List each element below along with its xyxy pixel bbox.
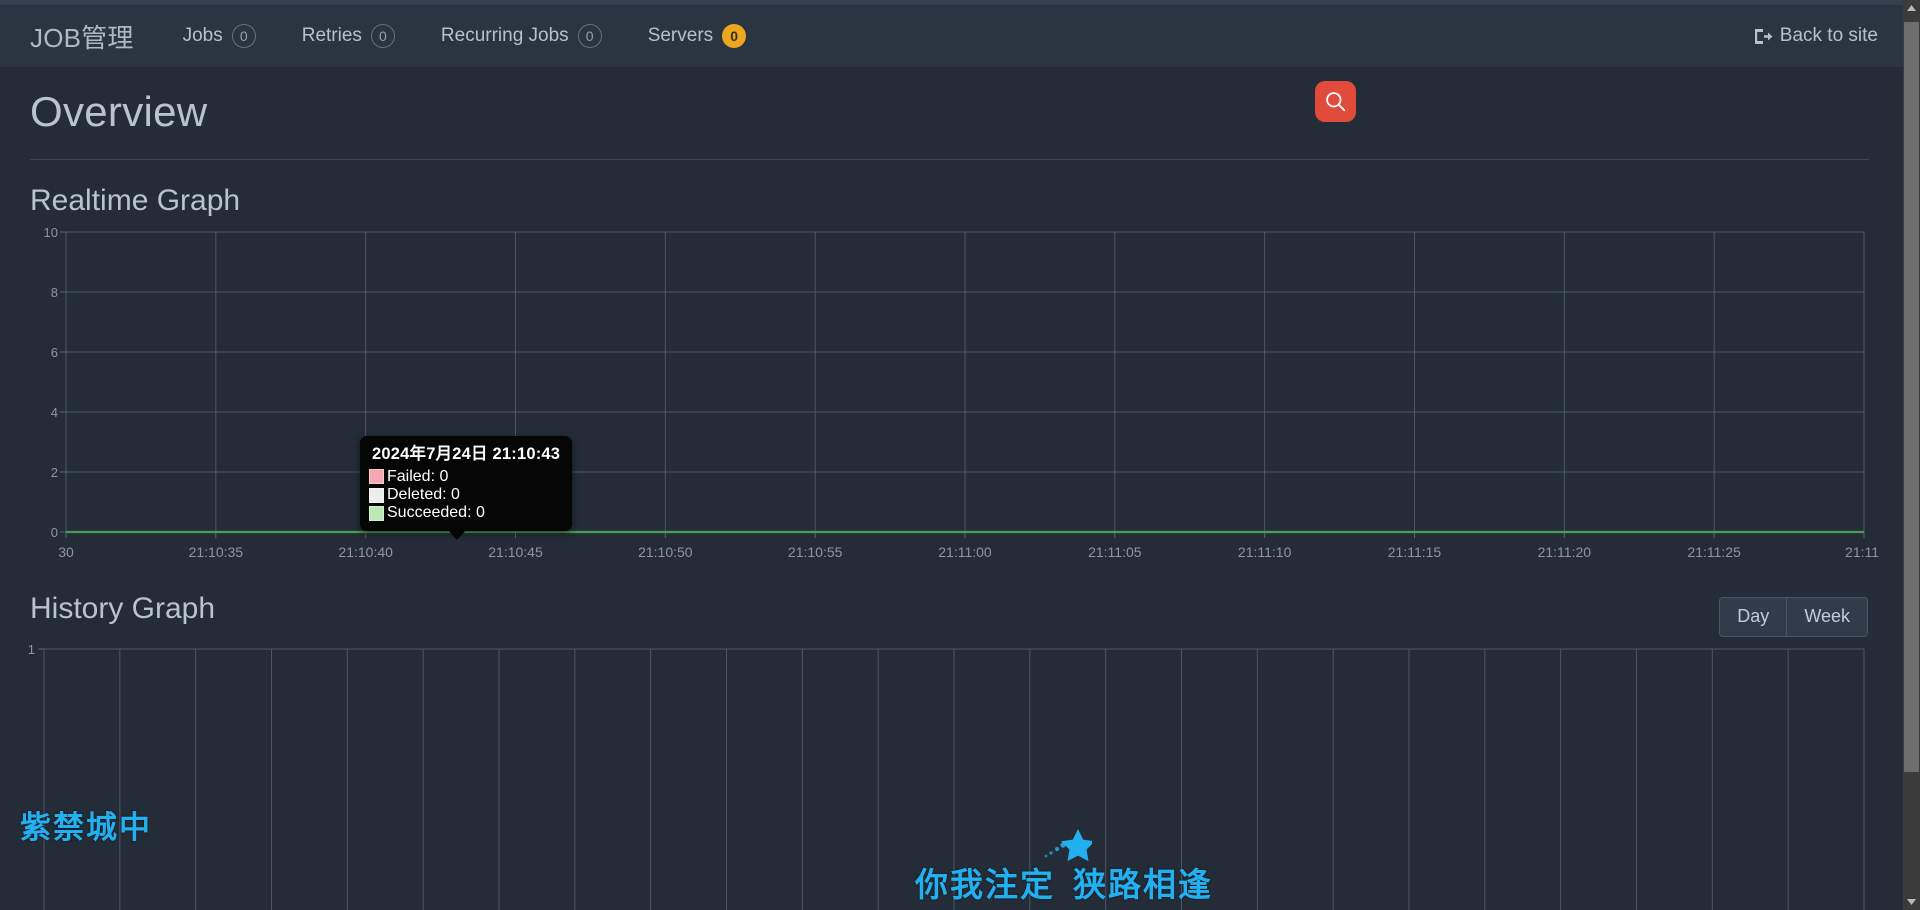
watermark-left: 紫禁城中	[20, 810, 152, 846]
realtime-x-axis-labels: 30 21:10:35 21:10:40 21:10:45 21:10:50 21:10:…	[58, 544, 1880, 560]
scrollbar-thumb[interactable]	[1904, 22, 1919, 772]
nav-badge-servers: 0	[722, 24, 747, 48]
svg-text:2: 2	[51, 465, 58, 480]
svg-text:1: 1	[28, 642, 35, 657]
nav-item-retries[interactable]: Retries 0	[279, 5, 418, 67]
navbar: JOB管理 Jobs 0 Retries 0 Recurring Jobs 0 …	[0, 5, 1920, 67]
tooltip-row-failed: Failed: 0	[369, 467, 560, 485]
tooltip-swatch-deleted	[369, 487, 384, 503]
svg-text:21:10:35: 21:10:35	[189, 544, 244, 560]
svg-text:21:11:15: 21:11:15	[1388, 544, 1442, 560]
history-range-buttons: Day Week	[1719, 597, 1868, 637]
svg-text:21:11:05: 21:11:05	[1088, 544, 1142, 560]
svg-text:30: 30	[58, 544, 74, 560]
tooltip-timestamp: 2024年7月24日 21:10:43	[372, 445, 561, 463]
realtime-y-axis-labels: 0 2 4 6 8 10	[44, 225, 58, 540]
svg-text:0: 0	[51, 525, 58, 540]
svg-text:21:11:20: 21:11:20	[1538, 544, 1592, 560]
nav-item-label: Servers	[647, 25, 714, 46]
chart-tooltip: 2024年7月24日 21:10:43 Failed: 0 Deleted: 0…	[360, 436, 573, 540]
realtime-graph[interactable]: 0 2 4 6 8 10 30 21:10:35 21:10:40 21:10:45 21:10:…	[0, 225, 1880, 565]
tooltip-swatch-succeeded	[369, 506, 384, 522]
page-root: JOB管理 Jobs 0 Retries 0 Recurring Jobs 0 …	[0, 0, 1920, 910]
realtime-graph-svg: 0 2 4 6 8 10 30 21:10:35 21:10:40 21:10:45 21:10:…	[44, 225, 1880, 560]
range-button-week[interactable]: Week	[1786, 598, 1867, 636]
history-graph-title: History Graph	[30, 592, 216, 625]
search-icon	[1324, 90, 1347, 113]
range-button-day[interactable]: Day	[1720, 598, 1787, 636]
watermark-center-part2: 狭路相逢	[1073, 865, 1213, 904]
back-to-site-link[interactable]: Back to site	[1753, 25, 1878, 47]
realtime-gridlines	[60, 231, 1865, 538]
nav-badge-jobs: 0	[231, 24, 256, 48]
svg-text:21:11:10: 21:11:10	[1238, 544, 1292, 560]
watermark-center-part1: 你我注定	[915, 865, 1055, 904]
svg-text:4: 4	[51, 405, 58, 420]
svg-text:21:11:00: 21:11:00	[938, 544, 992, 560]
nav-item-recurring-jobs[interactable]: Recurring Jobs 0	[418, 5, 625, 67]
nav-item-label: Recurring Jobs	[440, 25, 569, 46]
history-y-axis-labels: 1	[28, 642, 35, 657]
svg-text:21:11:25: 21:11:25	[1687, 544, 1741, 560]
back-to-site-label: Back to site	[1779, 25, 1878, 46]
title-divider	[30, 159, 1869, 160]
svg-text:21:10:40: 21:10:40	[338, 544, 393, 560]
nav-item-label: Retries	[301, 25, 362, 46]
tooltip-label-succeeded: Succeeded: 0	[387, 504, 485, 522]
scroll-up-arrow-icon[interactable]	[1903, 0, 1920, 17]
nav-item-label: Jobs	[182, 25, 223, 46]
nav-item-jobs[interactable]: Jobs 0	[160, 5, 279, 67]
realtime-graph-title: Realtime Graph	[30, 184, 241, 217]
nav-items: Jobs 0 Retries 0 Recurring Jobs 0 Server…	[160, 5, 770, 67]
svg-text:21:10:55: 21:10:55	[788, 544, 843, 560]
navbar-right: Back to site	[1753, 5, 1878, 67]
svg-text:21:10:45: 21:10:45	[488, 544, 543, 560]
nav-item-servers[interactable]: Servers 0	[625, 5, 769, 67]
nav-badge-recurring-jobs: 0	[577, 24, 602, 48]
svg-text:6: 6	[51, 345, 58, 360]
star-icon	[1040, 828, 1095, 862]
tooltip-caret	[448, 529, 466, 540]
page-title: Overview	[30, 88, 208, 135]
tooltip-row-deleted: Deleted: 0	[369, 486, 560, 504]
vertical-scrollbar[interactable]	[1903, 0, 1920, 910]
tooltip-label-deleted: Deleted: 0	[387, 486, 460, 504]
nav-badge-retries: 0	[370, 24, 395, 48]
svg-text:10: 10	[44, 225, 58, 240]
watermark-center: 你我注定 狭路相逢	[915, 858, 1213, 906]
tooltip-row-succeeded: Succeeded: 0	[369, 505, 560, 521]
tooltip-swatch-failed	[369, 469, 384, 485]
brand-link[interactable]: JOB管理	[0, 18, 160, 55]
scroll-down-arrow-icon[interactable]	[1903, 893, 1920, 910]
svg-text:8: 8	[51, 285, 58, 300]
svg-text:21:10:50: 21:10:50	[638, 544, 693, 560]
search-button[interactable]	[1315, 81, 1356, 122]
svg-text:21:11:: 21:11:	[1845, 544, 1880, 560]
tooltip-label-failed: Failed: 0	[387, 467, 449, 485]
sign-out-icon	[1753, 27, 1773, 46]
